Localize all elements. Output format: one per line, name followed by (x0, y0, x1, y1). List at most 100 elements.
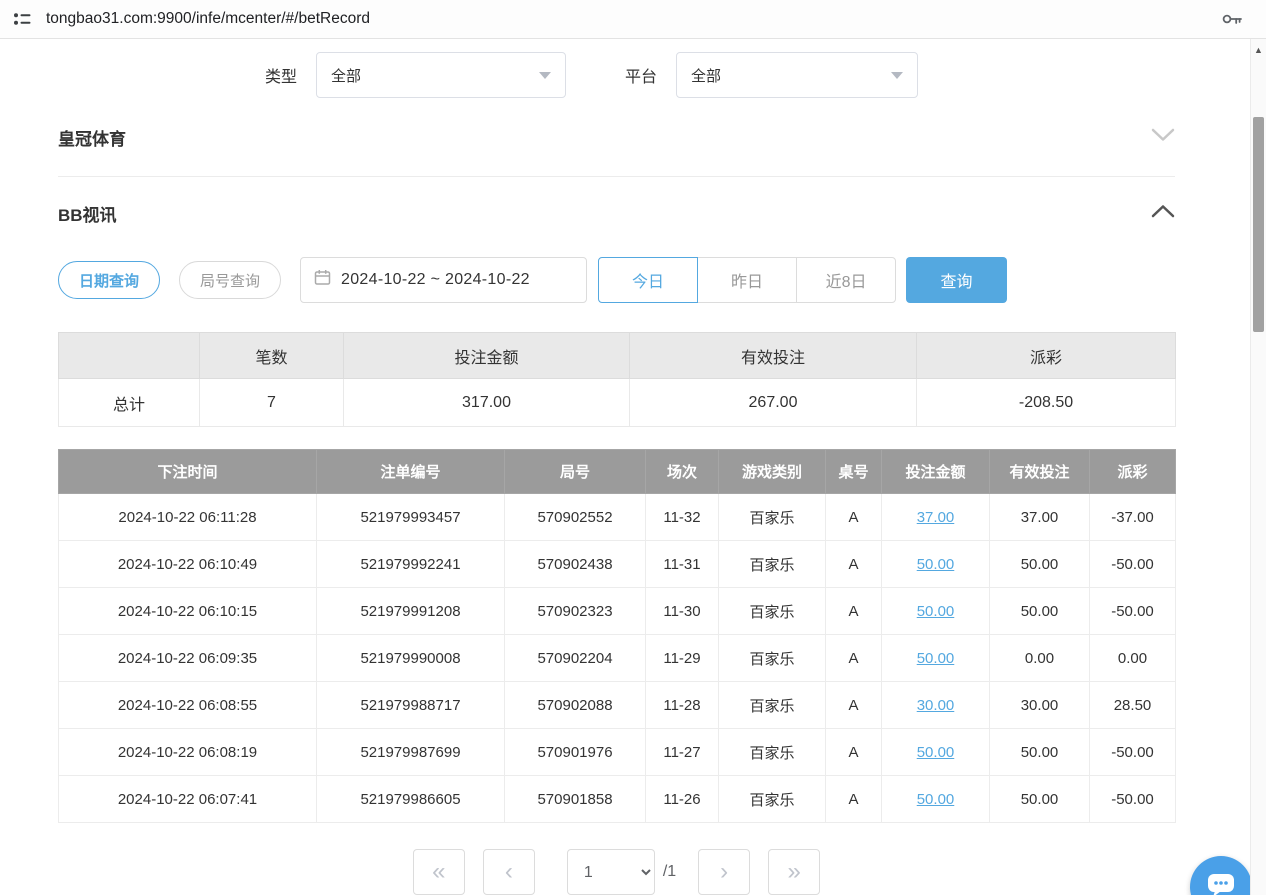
query-toolbar: 日期查询 局号查询 2024-10-22 ~ 2024-10-22 今日 昨日 … (58, 257, 1175, 303)
cell-payout: -50.00 (1090, 541, 1176, 588)
tab-groups-icon[interactable] (12, 9, 32, 29)
cell-session: 11-27 (646, 729, 719, 776)
header-game-type: 游戏类别 (719, 450, 826, 494)
cell-game-type: 百家乐 (719, 588, 826, 635)
date-range-picker[interactable]: 2024-10-22 ~ 2024-10-22 (300, 257, 587, 303)
cell-bet-amount: 50.00 (882, 588, 990, 635)
cell-payout: -50.00 (1090, 729, 1176, 776)
summary-header-payout: 派彩 (917, 333, 1176, 379)
table-row: 2024-10-22 06:08:19 521979987699 5709019… (59, 729, 1176, 776)
table-row: 2024-10-22 06:09:35 521979990008 5709022… (59, 635, 1176, 682)
quick-date-segment: 今日 昨日 近8日 (598, 257, 896, 303)
cell-bet-amount: 37.00 (882, 494, 990, 541)
scroll-up-arrow-icon[interactable]: ▲ (1251, 45, 1266, 55)
cell-valid-bet: 50.00 (990, 588, 1090, 635)
cell-valid-bet: 50.00 (990, 541, 1090, 588)
cell-payout: -37.00 (1090, 494, 1176, 541)
header-round-no: 局号 (505, 450, 646, 494)
cell-bet-id: 521979988717 (317, 682, 505, 729)
header-session: 场次 (646, 450, 719, 494)
chevron-up-icon[interactable] (1151, 204, 1175, 223)
cell-bet-time: 2024-10-22 06:07:41 (59, 776, 317, 823)
cell-game-type: 百家乐 (719, 776, 826, 823)
cell-bet-time: 2024-10-22 06:08:55 (59, 682, 317, 729)
cell-round-no: 570901858 (505, 776, 646, 823)
cell-bet-amount: 50.00 (882, 635, 990, 682)
cell-valid-bet: 50.00 (990, 776, 1090, 823)
summary-header-blank (59, 333, 200, 379)
bet-record-table: 下注时间 注单编号 局号 场次 游戏类别 桌号 投注金额 有效投注 派彩 202… (58, 449, 1176, 823)
scrollbar-thumb[interactable] (1253, 117, 1264, 332)
date-range-value: 2024-10-22 ~ 2024-10-22 (341, 271, 530, 289)
search-button[interactable]: 查询 (906, 257, 1007, 303)
summary-header-count: 笔数 (200, 333, 344, 379)
round-query-tab[interactable]: 局号查询 (179, 261, 281, 299)
bet-amount-link[interactable]: 50.00 (917, 744, 955, 761)
bet-amount-link[interactable]: 50.00 (917, 556, 955, 573)
last-page-button[interactable]: » (768, 849, 820, 895)
bet-amount-link[interactable]: 50.00 (917, 791, 955, 808)
cell-payout: 28.50 (1090, 682, 1176, 729)
cell-bet-time: 2024-10-22 06:09:35 (59, 635, 317, 682)
cell-bet-time: 2024-10-22 06:10:15 (59, 588, 317, 635)
chevron-down-icon (891, 72, 903, 79)
date-query-tab[interactable]: 日期查询 (58, 261, 160, 299)
cell-session: 11-32 (646, 494, 719, 541)
header-valid-bet: 有效投注 (990, 450, 1090, 494)
last-8-days-button[interactable]: 近8日 (796, 257, 896, 303)
platform-select-value: 全部 (691, 65, 721, 86)
platform-select[interactable]: 全部 (676, 52, 918, 98)
summary-total-row: 总计 7 317.00 267.00 -208.50 (59, 379, 1176, 427)
cell-session: 11-29 (646, 635, 719, 682)
cell-bet-amount: 30.00 (882, 682, 990, 729)
next-page-button[interactable]: › (698, 849, 750, 895)
chevron-down-icon[interactable] (1151, 128, 1175, 147)
cell-bet-id: 521979990008 (317, 635, 505, 682)
cell-bet-time: 2024-10-22 06:10:49 (59, 541, 317, 588)
cell-bet-amount: 50.00 (882, 541, 990, 588)
cell-round-no: 570901976 (505, 729, 646, 776)
cell-round-no: 570902438 (505, 541, 646, 588)
cell-bet-amount: 50.00 (882, 776, 990, 823)
vertical-scrollbar[interactable]: ▲ (1250, 39, 1266, 895)
summary-payout: -208.50 (917, 379, 1176, 427)
bet-amount-link[interactable]: 37.00 (917, 509, 955, 526)
bet-amount-link[interactable]: 50.00 (917, 603, 955, 620)
browser-window: tongbao31.com:9900/infe/mcenter/#/betRec… (0, 0, 1266, 895)
summary-table: 笔数 投注金额 有效投注 派彩 总计 7 317.00 267.00 -208.… (58, 332, 1176, 427)
cell-payout: -50.00 (1090, 776, 1176, 823)
today-button[interactable]: 今日 (598, 257, 698, 303)
cell-bet-time: 2024-10-22 06:11:28 (59, 494, 317, 541)
cell-game-type: 百家乐 (719, 729, 826, 776)
section-bb-video[interactable]: BB视讯 (58, 177, 1175, 249)
prev-page-button[interactable]: ‹ (483, 849, 535, 895)
cell-round-no: 570902088 (505, 682, 646, 729)
address-bar: tongbao31.com:9900/infe/mcenter/#/betRec… (0, 0, 1266, 39)
yesterday-button[interactable]: 昨日 (697, 257, 797, 303)
chat-bubble-icon (1205, 870, 1237, 895)
url-field[interactable]: tongbao31.com:9900/infe/mcenter/#/betRec… (46, 10, 1220, 28)
cell-round-no: 570902204 (505, 635, 646, 682)
bet-amount-link[interactable]: 30.00 (917, 697, 955, 714)
bet-amount-link[interactable]: 50.00 (917, 650, 955, 667)
pagination: « ‹ 1 /1 › » (58, 849, 1175, 895)
header-bet-amount: 投注金额 (882, 450, 990, 494)
cell-valid-bet: 0.00 (990, 635, 1090, 682)
type-select[interactable]: 全部 (316, 52, 566, 98)
page-select[interactable]: 1 (567, 849, 655, 895)
cell-valid-bet: 37.00 (990, 494, 1090, 541)
cell-session: 11-28 (646, 682, 719, 729)
cell-session: 11-30 (646, 588, 719, 635)
first-page-button[interactable]: « (413, 849, 465, 895)
summary-bet-amount: 317.00 (344, 379, 630, 427)
cell-payout: -50.00 (1090, 588, 1176, 635)
table-row: 2024-10-22 06:08:55 521979988717 5709020… (59, 682, 1176, 729)
header-payout: 派彩 (1090, 450, 1176, 494)
summary-count: 7 (200, 379, 344, 427)
password-key-icon[interactable] (1220, 8, 1244, 30)
cell-bet-id: 521979993457 (317, 494, 505, 541)
summary-header-bet-amount: 投注金额 (344, 333, 630, 379)
section-crown-sports[interactable]: 皇冠体育 (58, 98, 1175, 177)
type-select-value: 全部 (331, 65, 361, 86)
cell-round-no: 570902552 (505, 494, 646, 541)
